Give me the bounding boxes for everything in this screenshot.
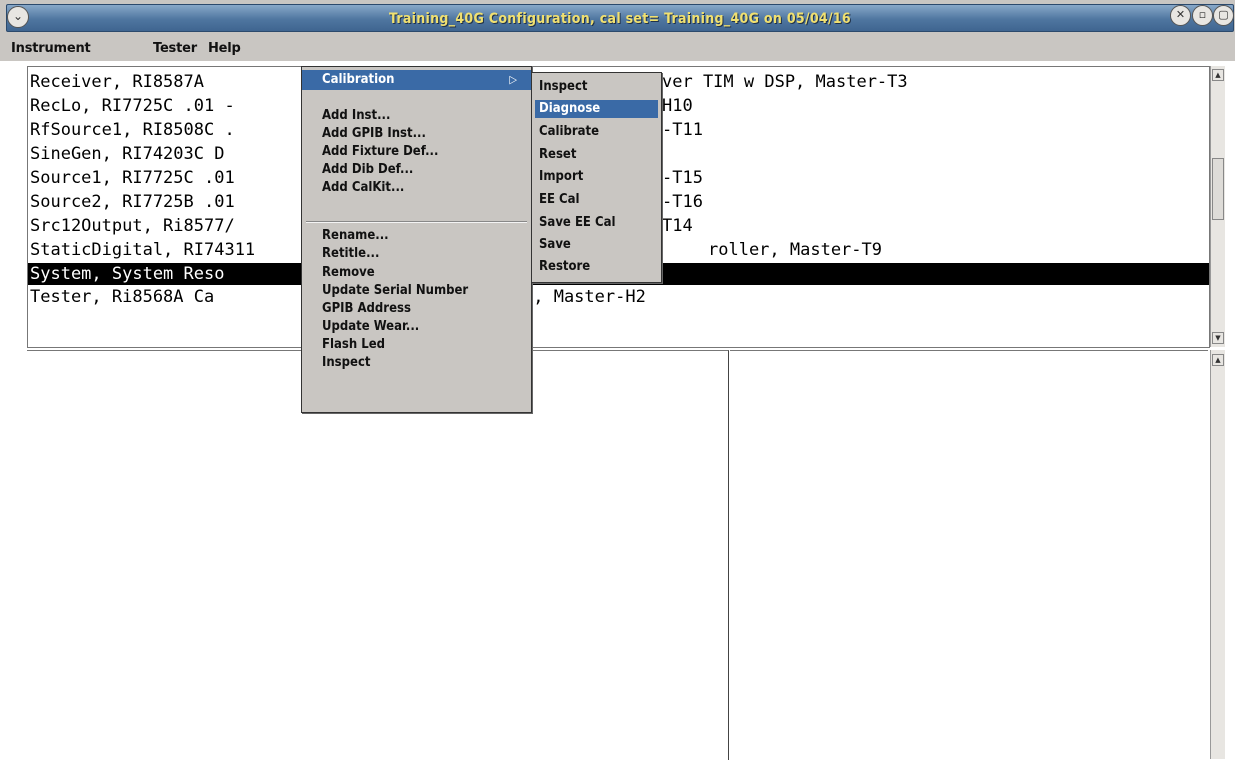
row-detail: H10 [662,96,693,116]
chevron-right-icon: ▷ [509,73,517,86]
row-detail: -T11 [662,120,703,140]
submenu-item-restore[interactable]: Restore [532,258,661,276]
scroll-up-icon[interactable]: ▲ [1212,354,1224,366]
title-bar-gradient: Training_40G Configuration, cal set= Tra… [6,4,1234,32]
scroll-thumb[interactable] [1212,158,1224,220]
instrument-context-menu: Calibration ▷ Add Inst... Add GPIB Inst.… [301,66,532,413]
row-detail: r, Master-H2 [523,287,646,307]
menu-separator [306,221,527,223]
menu-item-gpib-address[interactable]: GPIB Address [302,300,531,318]
menu-help[interactable]: Help [208,41,241,56]
submenu-item-save[interactable]: Save [532,236,661,254]
submenu-item-diagnose[interactable]: Diagnose [535,100,658,118]
row-detail: T14 [662,216,693,236]
maximize-icon[interactable]: ▢ [1213,5,1234,26]
menu-item-add-inst[interactable]: Add Inst... [302,107,531,125]
menu-item-inspect[interactable]: Inspect [302,354,531,372]
scroll-up-icon[interactable]: ▲ [1212,69,1224,81]
window-title: Training_40G Configuration, cal set= Tra… [389,11,851,27]
right-detail-panel [730,350,1208,760]
menu-item-add-fixture-def[interactable]: Add Fixture Def... [302,143,531,161]
row-detail: -T15 [662,168,703,188]
submenu-item-import[interactable]: Import [532,168,661,186]
submenu-item-reset[interactable]: Reset [532,146,661,164]
row-detail: roller, Master-T9 [708,240,882,260]
menu-item-add-gpib-inst[interactable]: Add GPIB Inst... [302,125,531,143]
chevron-down-icon[interactable]: ⌄ [7,6,29,28]
row-detail: ver TIM w DSP, Master-T3 [662,72,908,92]
submenu-item-calibrate[interactable]: Calibrate [532,123,661,141]
scroll-down-icon[interactable]: ▼ [1212,332,1224,344]
title-bar: Training_40G Configuration, cal set= Tra… [0,0,1235,37]
submenu-item-ee-cal[interactable]: EE Cal [532,191,661,209]
menu-item-rename[interactable]: Rename... [302,227,531,245]
menu-item-retitle[interactable]: Retitle... [302,245,531,263]
menu-item-update-serial[interactable]: Update Serial Number [302,282,531,300]
menu-item-flash-led[interactable]: Flash Led [302,336,531,354]
calibration-submenu: Inspect Diagnose Calibrate Reset Import … [531,72,662,283]
list-scrollbar[interactable]: ▲ ▼ [1210,66,1225,347]
row-detail: -T16 [662,192,703,212]
menu-item-update-wear[interactable]: Update Wear... [302,318,531,336]
close-icon[interactable]: ✕ [1170,5,1191,26]
menu-item-remove[interactable]: Remove [302,264,531,282]
detail-scrollbar[interactable]: ▲ [1210,350,1225,759]
menu-item-add-calkit[interactable]: Add CalKit... [302,179,531,197]
menu-item-calibration[interactable]: Calibration ▷ [302,70,531,90]
submenu-item-save-ee-cal[interactable]: Save EE Cal [532,214,661,232]
menu-item-add-dib-def[interactable]: Add Dib Def... [302,161,531,179]
submenu-item-inspect[interactable]: Inspect [532,78,661,96]
menu-tester[interactable]: Tester [153,41,197,56]
minimize-icon[interactable]: ▫ [1192,5,1213,26]
menu-bar: Instrument Tester Help [0,37,1235,61]
menu-instrument[interactable]: Instrument [11,41,91,56]
